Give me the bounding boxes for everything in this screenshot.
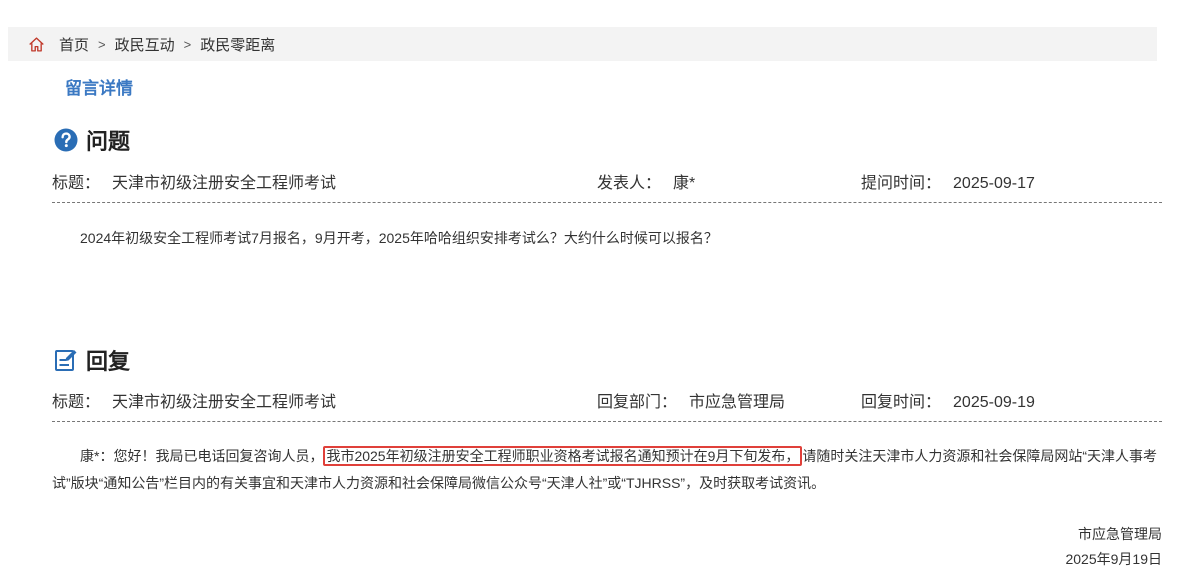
reply-dept-group: 回复部门： 市应急管理局: [597, 388, 785, 412]
reply-time-group: 回复时间： 2025-09-19: [861, 388, 1035, 412]
reply-time: 2025-09-19: [953, 394, 1035, 411]
question-time-group: 提问时间： 2025-09-17: [861, 169, 1035, 193]
breadcrumb-separator: >: [98, 36, 106, 52]
reply-body-intro: 康*：您好！我局已电话回复咨询人员，: [80, 448, 324, 464]
reply-time-label: 回复时间：: [861, 394, 942, 411]
edit-note-icon: [55, 350, 77, 371]
breadcrumb-separator: >: [183, 36, 192, 52]
divider: [52, 421, 1162, 422]
reply-title: 天津市初级注册安全工程师考试: [112, 394, 337, 411]
question-time-label: 提问时间：: [861, 175, 942, 192]
reply-heading: 回复: [54, 344, 130, 376]
divider: [52, 202, 1162, 203]
question-circle-icon: [54, 128, 78, 152]
breadcrumb-current[interactable]: 政民零距离: [200, 34, 275, 55]
reply-title-label: 标题：: [52, 394, 101, 411]
reply-date: 2025年9月19日: [1065, 551, 1162, 567]
question-title-group: 标题： 天津市初级注册安全工程师考试: [52, 169, 336, 193]
page-subtitle: 留言详情: [65, 79, 133, 98]
question-author-group: 发表人： 康*: [597, 169, 695, 193]
reply-dept: 市应急管理局: [689, 394, 786, 411]
reply-heading-text: 回复: [86, 349, 131, 374]
question-author-label: 发表人：: [597, 175, 662, 192]
question-title-label: 标题：: [52, 175, 101, 192]
breadcrumb-home-link[interactable]: 首页: [59, 34, 89, 55]
reply-body: 康*：您好！我局已电话回复咨询人员， 我市2025年初级注册安全工程师职业资格考试…: [52, 443, 1164, 497]
reply-meta: 标题： 天津市初级注册安全工程师考试 回复部门： 市应急管理局 回复时间： 2025-…: [52, 388, 1162, 412]
question-heading: 问题: [54, 124, 130, 156]
reply-dept-label: 回复部门：: [597, 394, 678, 411]
breadcrumb: 首页 > 政民互动 > 政民零距离: [8, 27, 1157, 61]
question-meta: 标题： 天津市初级注册安全工程师考试 发表人： 康* 提问时间： 2025-09-17: [52, 169, 1162, 193]
question-body: 2024年初级安全工程师考试7月报名，9月开考，2025年哈哈组织安排考试么？大…: [80, 230, 718, 246]
reply-body-highlight: 我市2025年初级注册安全工程师职业资格考试报名通知预计在9月下旬发布，: [323, 446, 803, 466]
home-icon[interactable]: [28, 36, 45, 53]
question-time: 2025-09-17: [953, 175, 1035, 192]
question-heading-text: 问题: [86, 129, 131, 154]
question-title: 天津市初级注册安全工程师考试: [112, 175, 337, 192]
reply-title-group: 标题： 天津市初级注册安全工程师考试: [52, 388, 336, 412]
breadcrumb-level2-link[interactable]: 政民互动: [115, 34, 175, 55]
reply-signature: 市应急管理局: [1078, 526, 1162, 542]
question-author: 康*: [673, 175, 696, 192]
